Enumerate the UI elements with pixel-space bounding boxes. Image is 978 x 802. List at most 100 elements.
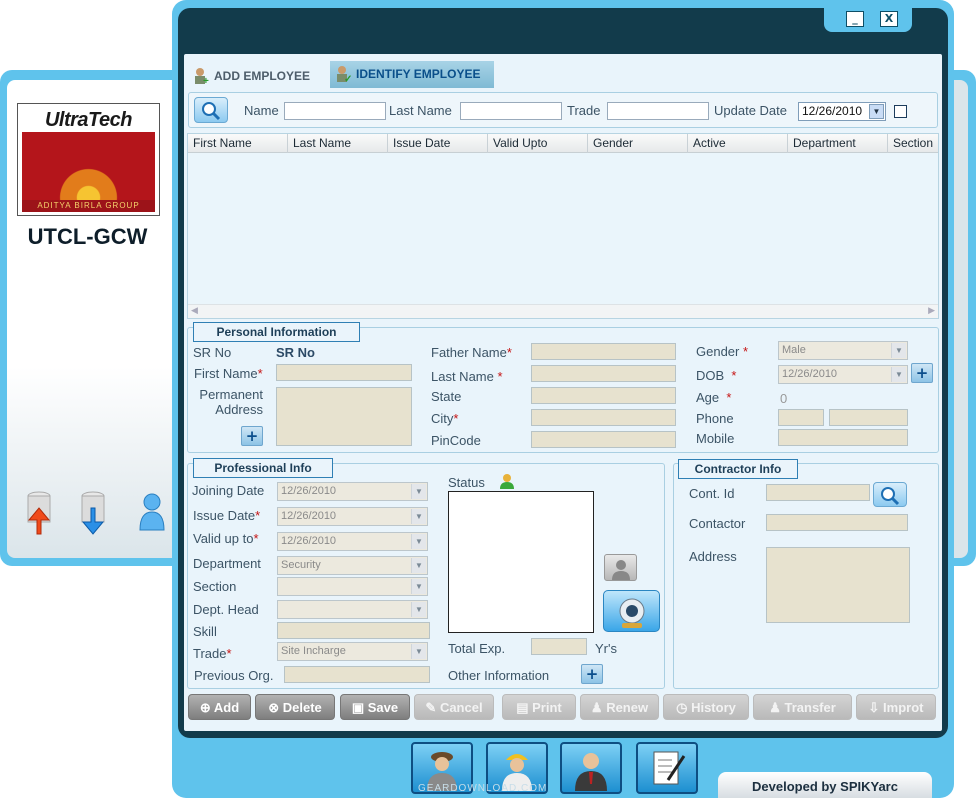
father-name-input[interactable] [531, 343, 676, 360]
chevron-down-icon[interactable]: ▼ [411, 644, 426, 659]
chevron-down-icon[interactable]: ▼ [869, 104, 884, 119]
cont-id-input[interactable] [766, 484, 870, 501]
previous-org-input[interactable] [284, 666, 430, 683]
phone-input[interactable] [829, 409, 908, 426]
clock-icon: ◷ [676, 700, 688, 715]
add-dob-button[interactable]: + [911, 363, 933, 383]
chevron-down-icon[interactable]: ▼ [891, 343, 906, 358]
minimize-button[interactable]: _ [846, 11, 864, 27]
last-name-input[interactable] [460, 102, 562, 120]
search-icon [881, 487, 900, 506]
trade-label: Trade [567, 103, 601, 118]
import-button[interactable]: ⇩ Improt [856, 694, 936, 720]
webcam-button[interactable] [603, 590, 660, 632]
chevron-down-icon[interactable]: ▼ [411, 602, 426, 617]
tab-add-employee[interactable]: + ADD EMPLOYEE [188, 63, 322, 89]
grid-horizontal-scrollbar[interactable]: ◀ ▶ [188, 304, 938, 318]
trade-input[interactable] [607, 102, 709, 120]
transfer-button[interactable]: ♟ Transfer [753, 694, 852, 720]
print-button[interactable]: ▤ Print [502, 694, 576, 720]
chevron-down-icon[interactable]: ▼ [411, 484, 426, 499]
grid-header: First Name Last Name Issue Date Valid Up… [188, 134, 938, 153]
contractor-address-input[interactable] [766, 547, 910, 623]
name-input[interactable] [284, 102, 386, 120]
nav-report-button[interactable] [636, 742, 698, 794]
import-icon: ⇩ [868, 700, 880, 715]
save-label: Save [367, 700, 399, 715]
gender-select[interactable]: Male ▼ [778, 341, 908, 360]
cancel-button[interactable]: ✎ Cancel [414, 694, 494, 720]
trade-value: Site Incharge [281, 645, 346, 657]
valid-up-to-label: Valid up to* [193, 531, 259, 546]
permanent-address-input[interactable] [276, 387, 412, 446]
column-section[interactable]: Section [888, 134, 938, 153]
first-name-input[interactable] [276, 364, 412, 381]
mobile-input[interactable] [778, 429, 908, 446]
tab-label: IDENTIFY EMPLOYEE [356, 67, 481, 81]
chevron-down-icon[interactable]: ▼ [411, 509, 426, 524]
delete-button[interactable]: ⊗ Delete [255, 694, 335, 720]
trade-select[interactable]: Site Incharge ▼ [277, 642, 428, 661]
chevron-down-icon[interactable]: ▼ [891, 367, 906, 382]
upload-database-icon[interactable] [25, 490, 55, 535]
developer-credit: Developed by SPIKYarc [718, 772, 932, 798]
joining-date-picker[interactable]: 12/26/2010 ▼ [277, 482, 428, 501]
column-active[interactable]: Active [688, 134, 788, 153]
professional-info-title: Professional Info [193, 458, 333, 478]
chevron-down-icon[interactable]: ▼ [411, 579, 426, 594]
skill-input[interactable] [277, 622, 430, 639]
dept-head-select[interactable]: ▼ [277, 600, 428, 619]
contractor-search-button[interactable] [873, 482, 907, 507]
status-user-icon [500, 474, 514, 489]
column-last-name[interactable]: Last Name [288, 134, 388, 153]
photo-user-button[interactable] [604, 554, 637, 581]
column-department[interactable]: Department [788, 134, 888, 153]
issue-date-picker[interactable]: 12/26/2010 ▼ [277, 507, 428, 526]
column-gender[interactable]: Gender [588, 134, 688, 153]
search-button[interactable] [194, 97, 228, 123]
phone-code-input[interactable] [778, 409, 824, 426]
city-input[interactable] [531, 409, 676, 426]
close-button[interactable]: X [880, 11, 898, 27]
company-logo: UltraTech ADITYA BIRLA GROUP [17, 103, 160, 216]
column-valid-upto[interactable]: Valid Upto [488, 134, 588, 153]
department-select[interactable]: Security ▼ [277, 556, 428, 575]
column-issue-date[interactable]: Issue Date [388, 134, 488, 153]
pincode-input[interactable] [531, 431, 676, 448]
history-button[interactable]: ◷ History [663, 694, 749, 720]
column-first-name[interactable]: First Name [188, 134, 288, 153]
user-icon[interactable] [137, 492, 167, 536]
chevron-left-icon[interactable]: ◀ [191, 306, 198, 316]
svg-text:✓: ✓ [344, 74, 352, 84]
tab-identify-employee[interactable]: ✓ IDENTIFY EMPLOYEE [330, 61, 494, 88]
chevron-down-icon[interactable]: ▼ [411, 558, 426, 573]
add-button[interactable]: ⊕ Add [188, 694, 251, 720]
trade-label-professional: Trade* [193, 646, 232, 661]
dob-picker[interactable]: 12/26/2010 ▼ [778, 365, 908, 384]
other-info-add-button[interactable]: + [581, 664, 603, 684]
update-date-picker[interactable]: 12/26/2010 ▼ [798, 102, 886, 121]
renew-label: Renew [606, 700, 649, 715]
renew-button[interactable]: ♟ Renew [580, 694, 659, 720]
skill-label: Skill [193, 624, 217, 639]
download-database-icon[interactable] [79, 490, 109, 535]
save-button[interactable]: ▣ Save [340, 694, 410, 720]
last-name-input-personal[interactable] [531, 365, 676, 382]
total-exp-input[interactable] [531, 638, 587, 655]
department-value: Security [281, 559, 321, 571]
employee-grid [187, 133, 939, 319]
chevron-down-icon[interactable]: ▼ [411, 534, 426, 549]
issue-date-value: 12/26/2010 [281, 510, 337, 522]
valid-up-to-picker[interactable]: 12/26/2010 ▼ [277, 532, 428, 551]
chevron-right-icon[interactable]: ▶ [928, 306, 935, 316]
status-label: Status [448, 475, 485, 490]
contactor-input[interactable] [766, 514, 908, 531]
add-address-button[interactable]: + [241, 426, 263, 446]
update-date-checkbox[interactable] [894, 105, 907, 118]
section-select[interactable]: ▼ [277, 577, 428, 596]
watermark: GEARDOWNLOAD.COM [418, 783, 548, 794]
total-exp-unit: Yr's [595, 641, 617, 656]
floppy-icon: ▣ [351, 700, 365, 715]
issue-date-label: Issue Date* [193, 508, 261, 523]
state-input[interactable] [531, 387, 676, 404]
